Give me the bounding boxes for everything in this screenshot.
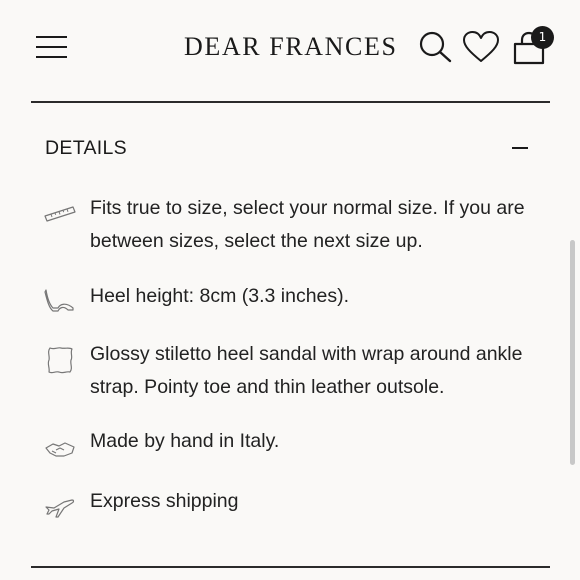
detail-text-heel: Heel height: 8cm (3.3 inches).	[90, 285, 350, 307]
site-header: DEAR FRANCES 1	[0, 0, 580, 95]
wishlist-button[interactable]	[462, 30, 500, 64]
details-heading[interactable]: DETAILS	[45, 136, 127, 160]
cart-button[interactable]: 1	[510, 26, 554, 66]
search-icon	[419, 31, 452, 63]
section-divider	[31, 101, 550, 103]
hamburger-line	[36, 56, 67, 58]
detail-text-fit: Fits true to size, select your normal si…	[90, 197, 525, 252]
detail-text-shipping: Express shipping	[90, 490, 239, 512]
heart-icon	[463, 31, 499, 62]
scrollbar[interactable]	[570, 240, 575, 465]
section-divider	[31, 566, 550, 568]
minus-icon	[512, 147, 528, 149]
hamburger-line	[36, 46, 67, 48]
brand-logo[interactable]: DEAR FRANCES	[184, 31, 398, 63]
search-button[interactable]	[418, 30, 454, 64]
ruler-icon	[44, 200, 76, 230]
cart-count-badge: 1	[531, 26, 554, 49]
heel-icon	[44, 286, 76, 316]
hamburger-icon	[36, 36, 67, 38]
detail-text-description: Glossy stiletto heel sandal with wrap ar…	[90, 343, 523, 398]
leather-hide-icon	[44, 345, 76, 375]
collapse-details-button[interactable]	[510, 138, 532, 158]
menu-button[interactable]	[36, 36, 67, 58]
handshake-icon	[44, 434, 76, 464]
airplane-icon	[44, 493, 76, 523]
detail-text-origin: Made by hand in Italy.	[90, 430, 280, 452]
